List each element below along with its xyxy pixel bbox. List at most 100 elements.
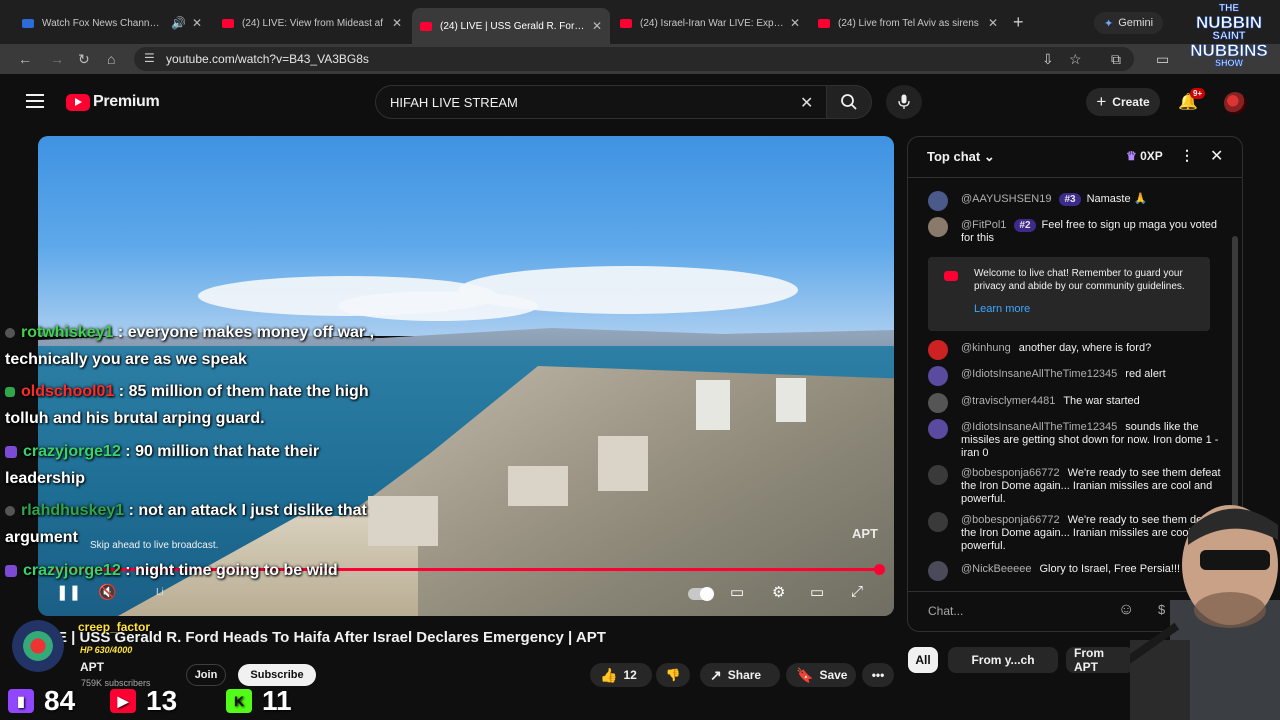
youtube-icon <box>222 18 234 28</box>
close-chat-icon[interactable]: ✕ <box>1210 146 1223 166</box>
share-button[interactable]: ↗ Share <box>700 663 780 687</box>
close-icon[interactable]: ✕ <box>192 16 202 30</box>
clear-search-icon[interactable]: ✕ <box>800 93 813 113</box>
fox-news-icon <box>22 18 34 28</box>
close-icon[interactable]: ✕ <box>592 19 602 33</box>
close-icon[interactable]: ✕ <box>988 16 998 30</box>
join-button[interactable]: Join <box>186 664 226 686</box>
site-info-icon[interactable]: ☰ <box>144 51 155 65</box>
account-avatar[interactable] <box>1224 92 1246 114</box>
notification-badge: 9+ <box>1190 88 1206 99</box>
youtube-logo-icon <box>66 93 90 111</box>
speaker-icon[interactable]: 🔊 <box>171 16 186 30</box>
top-chat-dropdown[interactable]: Top chat ⌄ <box>927 149 995 165</box>
autoplay-toggle[interactable] <box>688 587 714 601</box>
subtitles-icon[interactable]: ▭ <box>730 583 744 601</box>
crown-icon: ♛ <box>1126 149 1137 163</box>
gemini-icon: ✦ <box>1104 17 1114 30</box>
extensions-icon[interactable]: ⧉ <box>1111 51 1121 68</box>
voice-search-button[interactable] <box>886 85 922 119</box>
chip-all[interactable]: All <box>908 647 938 673</box>
video-frame-tower <box>696 380 730 430</box>
forward-icon[interactable]: → <box>50 51 64 67</box>
settings-gear-icon[interactable]: ⚙ <box>772 583 785 601</box>
subscribe-button[interactable]: Subscribe <box>238 664 316 686</box>
chat-badge-icon <box>5 386 15 397</box>
browser-tab[interactable]: Watch Fox News Channel O 🔊 ✕ <box>14 8 210 38</box>
search-button[interactable] <box>826 85 872 119</box>
browser-tab[interactable]: (24) Live from Tel Aviv as sirens ✕ <box>810 8 1006 38</box>
youtube-icon <box>620 18 632 28</box>
overlay-chat-line: rlahdhuskey1 : not an attack I just disl… <box>5 502 367 546</box>
chevron-down-icon: ⌄ <box>983 149 995 164</box>
search-input[interactable]: HIFAH LIVE STREAM <box>375 85 827 119</box>
youtube-icon <box>420 21 432 31</box>
youtube-icon: ▶ <box>110 689 136 713</box>
microphone-icon <box>898 94 910 109</box>
hamburger-menu-icon[interactable] <box>26 94 44 108</box>
browser-tab[interactable]: (24) LIVE: View from Mideast af ✕ <box>214 8 410 38</box>
share-icon: ↗ <box>710 666 722 683</box>
dislike-button[interactable]: 👎 <box>656 663 690 687</box>
chip-from-channel[interactable]: From y...ch <box>948 647 1058 673</box>
chat-badge-icon <box>5 564 17 577</box>
chat-avatar[interactable] <box>928 217 948 237</box>
home-icon[interactable]: ⌂ <box>107 51 115 67</box>
browser-tab[interactable]: (24) Israel-Iran War LIVE: Explos ✕ <box>612 8 808 38</box>
chat-avatar[interactable] <box>928 191 948 211</box>
search-icon <box>841 94 857 110</box>
video-frame-tower <box>776 378 806 422</box>
create-button[interactable]: + Create <box>1086 88 1160 116</box>
channel-name[interactable]: APT <box>80 660 104 674</box>
thumbs-up-icon: 👍 <box>600 666 618 683</box>
video-frame-building <box>598 436 648 491</box>
chat-avatar[interactable] <box>928 393 948 413</box>
live-button[interactable]: Li <box>156 587 164 598</box>
save-bookmark-icon: 🔖 <box>796 666 814 683</box>
viewer-name-overlay: creep_factor <box>78 620 151 634</box>
new-tab-icon[interactable]: + <box>1013 12 1024 33</box>
progress-scrubber[interactable] <box>874 564 885 575</box>
thumbs-down-icon: 👎 <box>665 668 681 682</box>
close-icon[interactable]: ✕ <box>392 16 402 30</box>
close-icon[interactable]: ✕ <box>790 16 800 30</box>
chat-badge-icon <box>5 505 15 516</box>
more-actions-button[interactable]: ••• <box>862 663 894 687</box>
chat-avatar[interactable] <box>928 340 948 360</box>
chat-avatar[interactable] <box>928 465 948 485</box>
learn-more-link[interactable]: Learn more <box>974 303 1030 315</box>
xp-badge[interactable]: ♛ 0XP <box>1126 149 1163 163</box>
youtube-premium-logo[interactable]: Premium <box>66 93 160 111</box>
url-bar[interactable]: ☰ youtube.com/watch?v=B43_VA3BG8s <box>134 47 1134 71</box>
like-button[interactable]: 👍 12 <box>590 663 652 687</box>
more-dots-icon: ••• <box>871 668 885 682</box>
bookmark-star-icon[interactable]: ☆ <box>1069 51 1082 68</box>
overlay-chat-line: oldschool01 : 85 million of them hate th… <box>5 383 369 427</box>
overlay-chat-line: crazyjorge12 : night time going to be wi… <box>5 557 385 584</box>
install-icon[interactable]: ⇩ <box>1042 51 1054 68</box>
browser-tab-active[interactable]: (24) LIVE | USS Gerald R. Ford H ✕ <box>412 8 610 44</box>
apt-watermark: APT <box>852 526 878 541</box>
fullscreen-icon[interactable]: ⤢ <box>851 583 863 600</box>
chat-avatar[interactable] <box>928 512 948 532</box>
sidepanel-icon[interactable]: ▭ <box>1156 51 1169 68</box>
chat-avatar[interactable] <box>928 561 948 581</box>
theater-mode-icon[interactable]: ▭ <box>810 583 824 601</box>
gemini-button[interactable]: ✦ Gemini <box>1094 12 1164 34</box>
mute-icon[interactable]: 🔇 <box>98 583 117 601</box>
chat-avatar[interactable] <box>928 419 948 439</box>
chat-avatar[interactable] <box>928 366 948 386</box>
chip-from-apt[interactable]: From APT <box>1066 646 1134 674</box>
back-icon[interactable]: ← <box>18 51 32 67</box>
pause-icon[interactable]: ❚❚ <box>56 583 81 601</box>
browser-tab-strip: Watch Fox News Channel O 🔊 ✕ (24) LIVE: … <box>0 0 1280 44</box>
chat-input[interactable]: Chat... <box>928 604 963 618</box>
show-logo: THE NUBBIN SAINT NUBBINS SHOW <box>1190 3 1268 68</box>
save-button[interactable]: 🔖 Save <box>786 663 856 687</box>
chat-menu-icon[interactable]: ⋮ <box>1180 147 1194 164</box>
chat-badge-icon <box>5 327 15 338</box>
reload-icon[interactable]: ↻ <box>78 51 90 68</box>
twitch-icon: ▮ <box>8 689 34 713</box>
channel-avatar[interactable] <box>12 620 64 672</box>
rank-badge: #3 <box>1059 193 1081 206</box>
